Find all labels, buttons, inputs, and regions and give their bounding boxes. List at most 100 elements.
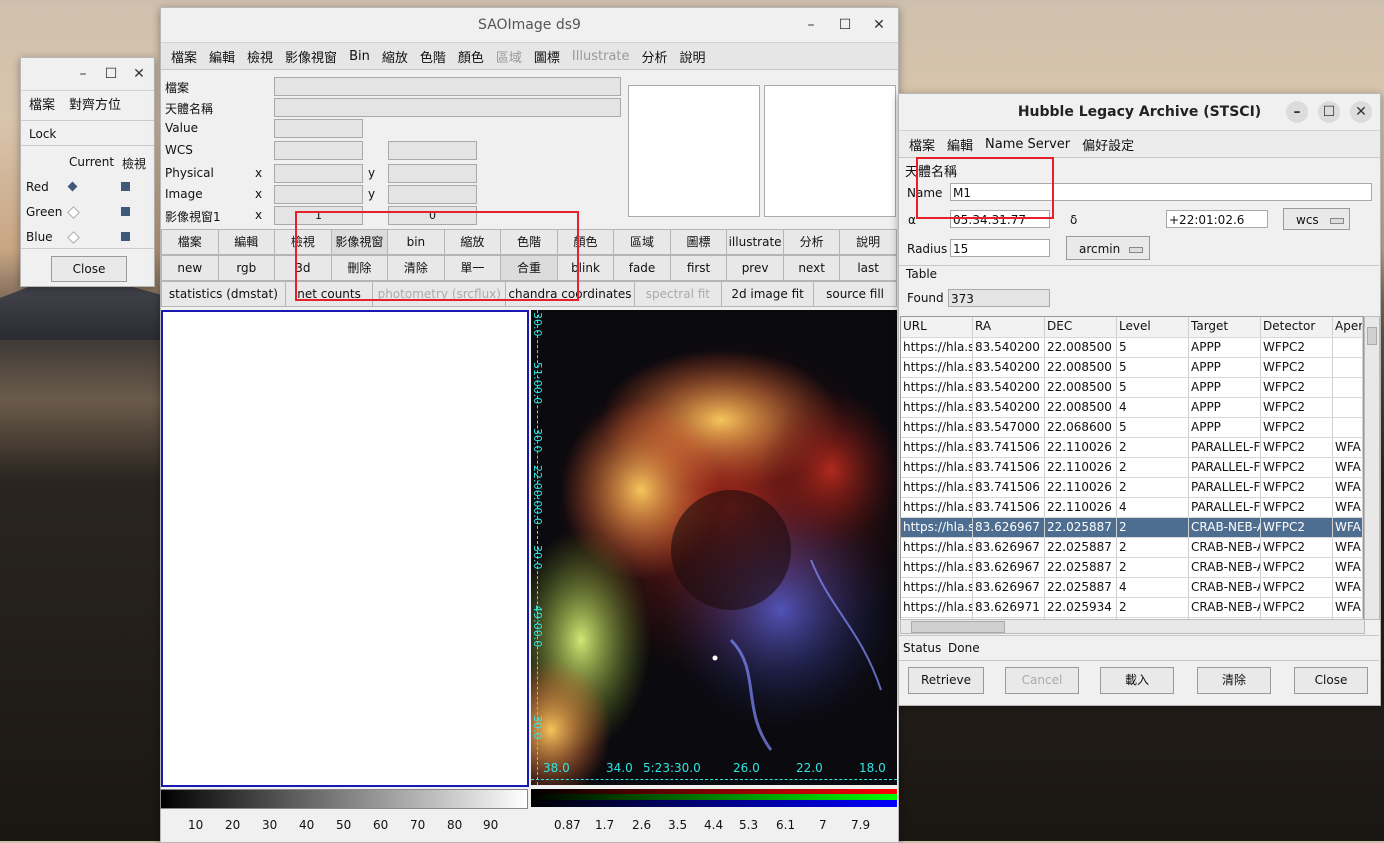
- table-row[interactable]: https://hla.st 83.626967 22.025887 2 CRAB-NE…: [901, 538, 1363, 558]
- table-row[interactable]: https://hla.st 83.626967 22.025887 2 CRAB-NE…: [901, 518, 1363, 538]
- table-row[interactable]: https://hla.st 83.626967 22.025887 4 CRAB-NE…: [901, 578, 1363, 598]
- lock-label[interactable]: Lock: [29, 127, 56, 141]
- menu-region[interactable]: 區域: [490, 47, 528, 66]
- btn-first[interactable]: first: [669, 255, 727, 281]
- radius-unit-menubutton[interactable]: arcmin: [1066, 236, 1150, 260]
- grayscale-colorbar[interactable]: [160, 789, 528, 809]
- menu-bin[interactable]: Bin: [343, 49, 376, 64]
- hscrollbar-thumb[interactable]: [911, 621, 1005, 633]
- menu-view[interactable]: 檢視: [241, 47, 279, 66]
- table-vertical-scrollbar[interactable]: [1364, 316, 1380, 620]
- rgb-colorbar[interactable]: [531, 789, 897, 807]
- maximize-icon[interactable]: ☐: [100, 63, 122, 85]
- table-cell: CRAB-NEB-A: [1189, 518, 1261, 537]
- table-row[interactable]: https://hla.st 83.626967 22.025887 2 CRAB-NE…: [901, 558, 1363, 578]
- btn-statistics[interactable]: statistics (dmstat): [161, 281, 285, 307]
- btn-file[interactable]: 檔案: [161, 229, 218, 255]
- menu-analysis[interactable]: 分析: [636, 47, 674, 66]
- btn-2d-image-fit[interactable]: 2d image fit: [721, 281, 814, 307]
- hla-menu-preferences[interactable]: 偏好設定: [1076, 135, 1140, 154]
- btn-graph[interactable]: 圖標: [669, 229, 727, 255]
- hla-menu-name-server[interactable]: Name Server: [979, 137, 1076, 152]
- blue-current-radio[interactable]: [67, 231, 80, 244]
- clear-button[interactable]: 清除: [1197, 667, 1271, 694]
- red-view-checkbox[interactable]: [121, 182, 130, 191]
- delta-input[interactable]: +22:01:02.6: [1166, 210, 1268, 228]
- table-row[interactable]: https://hla.st 83.540200 22.008500 5 APPP WFP…: [901, 338, 1363, 358]
- hla-menu-edit[interactable]: 編輯: [941, 135, 979, 154]
- close-icon[interactable]: ✕: [1350, 101, 1372, 123]
- menu-zoom[interactable]: 縮放: [376, 47, 414, 66]
- table-row[interactable]: https://hla.st 83.540200 22.008500 5 APPP WFP…: [901, 378, 1363, 398]
- maximize-icon[interactable]: ☐: [1318, 101, 1340, 123]
- rgb-menu-file[interactable]: 檔案: [29, 94, 55, 113]
- red-current-radio[interactable]: [67, 181, 78, 192]
- col-header-detector[interactable]: Detector: [1261, 317, 1333, 337]
- physical-y-label: y: [368, 166, 376, 180]
- col-header-target[interactable]: Target: [1189, 317, 1261, 337]
- col-header-ra[interactable]: RA: [973, 317, 1045, 337]
- maximize-icon[interactable]: ☐: [834, 14, 856, 36]
- col-header-url[interactable]: URL: [901, 317, 973, 337]
- retrieve-button[interactable]: Retrieve: [908, 667, 984, 694]
- btn-illustrate[interactable]: illustrate: [726, 229, 783, 255]
- table-row[interactable]: https://hla.st 83.741506 22.110026 4 PARALLE…: [901, 498, 1363, 518]
- close-icon[interactable]: ✕: [128, 63, 150, 85]
- close-icon[interactable]: ✕: [868, 14, 890, 36]
- cancel-button[interactable]: Cancel: [1005, 667, 1079, 694]
- menu-file[interactable]: 檔案: [165, 47, 203, 66]
- hla-menu-file[interactable]: 檔案: [903, 135, 941, 154]
- btn-fade[interactable]: fade: [613, 255, 670, 281]
- btn-new[interactable]: new: [161, 255, 218, 281]
- blue-view-checkbox[interactable]: [121, 232, 130, 241]
- green-view-checkbox[interactable]: [121, 207, 130, 216]
- channel-red-label: Red: [26, 180, 49, 194]
- menu-scale[interactable]: 色階: [414, 47, 452, 66]
- menu-graph[interactable]: 圖標: [528, 47, 566, 66]
- rgb-menu-align[interactable]: 對齊方位: [69, 94, 121, 113]
- btn-analysis[interactable]: 分析: [782, 229, 840, 255]
- close-button[interactable]: Close: [1294, 667, 1368, 694]
- btn-prev[interactable]: prev: [726, 255, 783, 281]
- btn-spectral-fit[interactable]: spectral fit: [633, 281, 722, 307]
- btn-next[interactable]: next: [782, 255, 840, 281]
- menu-illustrate[interactable]: Illustrate: [566, 49, 636, 64]
- table-row[interactable]: https://hla.st 83.540200 22.008500 5 APPP WFP…: [901, 358, 1363, 378]
- wcs-menubutton[interactable]: wcs: [1283, 208, 1350, 230]
- rgb-close-button[interactable]: Close: [51, 256, 127, 282]
- menu-color[interactable]: 顏色: [452, 47, 490, 66]
- menu-edit[interactable]: 編輯: [203, 47, 241, 66]
- table-horizontal-scrollbar[interactable]: [900, 619, 1365, 634]
- btn-region[interactable]: 區域: [613, 229, 670, 255]
- menu-frame[interactable]: 影像視窗: [279, 47, 343, 66]
- btn-source-fill[interactable]: source fill: [813, 281, 898, 307]
- table-cell: 22.025887: [1045, 578, 1117, 597]
- table-row[interactable]: https://hla.st 83.741506 22.110026 2 PARALLE…: [901, 458, 1363, 478]
- minimize-icon[interactable]: –: [800, 14, 822, 36]
- radius-input[interactable]: 15: [950, 239, 1050, 257]
- table-row[interactable]: https://hla.st 83.540200 22.008500 4 APPP WFP…: [901, 398, 1363, 418]
- table-row[interactable]: https://hla.st 83.741506 22.110026 2 PARALLE…: [901, 478, 1363, 498]
- col-header-dec[interactable]: DEC: [1045, 317, 1117, 337]
- menu-help[interactable]: 說明: [674, 47, 712, 66]
- btn-help[interactable]: 說明: [839, 229, 897, 255]
- table-cell: 22.110026: [1045, 478, 1117, 497]
- col-header-level[interactable]: Level: [1117, 317, 1189, 337]
- col-header-aperture[interactable]: Aperture: [1333, 317, 1363, 337]
- load-button[interactable]: 載入: [1100, 667, 1174, 694]
- table-row[interactable]: https://hla.st83.62697122.0259342CRAB-NE…: [901, 598, 1363, 618]
- table-row[interactable]: https://hla.st 83.741506 22.110026 2 PARALLE…: [901, 438, 1363, 458]
- frame-2-rgb-image[interactable]: 30.0 51:00.0 30.0 22:00:00.0 30.0 49:00.…: [531, 310, 897, 785]
- btn-rgb[interactable]: rgb: [217, 255, 275, 281]
- table-row[interactable]: https://hla.st 83.547000 22.068600 5 APPP WFP…: [901, 418, 1363, 438]
- btn-last[interactable]: last: [839, 255, 897, 281]
- frame-1-empty[interactable]: [161, 310, 529, 787]
- btn-edit[interactable]: 編輯: [217, 229, 275, 255]
- minimize-icon[interactable]: –: [72, 63, 94, 85]
- green-current-radio[interactable]: [67, 206, 80, 219]
- scrollbar-thumb[interactable]: [1367, 327, 1377, 345]
- results-table[interactable]: URL RA DEC Level Target Detector Apertur…: [900, 316, 1364, 620]
- dec-tick-label: 22:00:00.0: [531, 465, 544, 525]
- minimize-icon[interactable]: –: [1286, 101, 1308, 123]
- table-cell: WFALL: [1333, 478, 1363, 497]
